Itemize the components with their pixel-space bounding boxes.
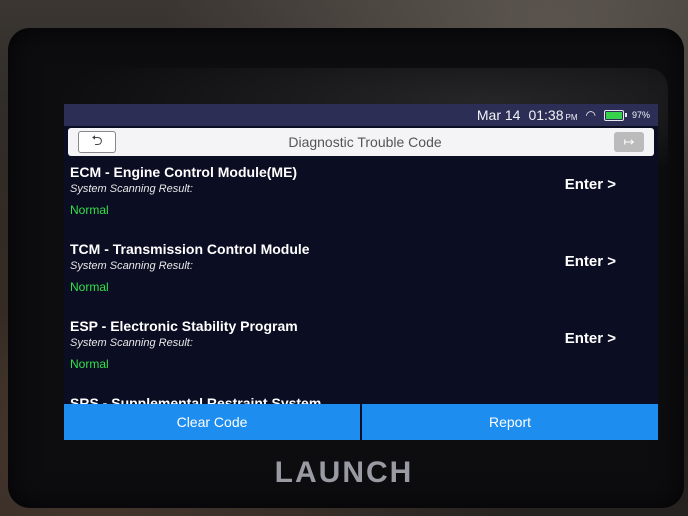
status-ampm: PM (565, 112, 578, 122)
status-normal: Normal (70, 280, 109, 294)
battery-fill (605, 111, 622, 119)
exit-icon: ↦ (623, 134, 635, 149)
battery-percent: 97% (631, 110, 650, 120)
status-normal: Normal (70, 203, 109, 217)
exit-button[interactable]: ↦ (614, 132, 644, 152)
report-button[interactable]: Report (362, 404, 658, 440)
device-screen: Mar 14 01:38 PM ◠ 97% ⮌ Diagnostic Troub… (64, 104, 658, 440)
system-list: ECM - Engine Control Module(ME) System S… (64, 156, 658, 406)
wifi-icon: ◠ (585, 108, 596, 122)
battery-nub (624, 112, 627, 117)
back-arrow-icon: ⮌ (91, 132, 103, 148)
enter-button[interactable]: Enter > (565, 330, 616, 347)
status-date: Mar 14 (476, 107, 521, 123)
enter-button[interactable]: Enter > (565, 176, 616, 193)
action-bar: Clear Code Report (64, 404, 658, 440)
list-item[interactable]: TCM - Transmission Control Module System… (64, 233, 658, 310)
status-time: 01:38 (528, 107, 564, 123)
battery-icon (603, 109, 627, 121)
enter-button[interactable]: Enter > (565, 253, 616, 270)
title-bar: ⮌ Diagnostic Trouble Code ↦ (68, 128, 654, 156)
page-title: Diagnostic Trouble Code (288, 134, 442, 150)
back-button[interactable]: ⮌ (78, 131, 116, 153)
status-normal: Normal (70, 357, 109, 371)
clear-code-button[interactable]: Clear Code (64, 404, 360, 440)
device-photo: Mar 14 01:38 PM ◠ 97% ⮌ Diagnostic Troub… (0, 0, 688, 516)
list-item[interactable]: ESP - Electronic Stability Program Syste… (64, 310, 658, 387)
list-item[interactable]: ECM - Engine Control Module(ME) System S… (64, 156, 658, 233)
brand-logo: LAUNCH (274, 456, 414, 489)
status-bar: Mar 14 01:38 PM ◠ 97% (64, 104, 658, 126)
